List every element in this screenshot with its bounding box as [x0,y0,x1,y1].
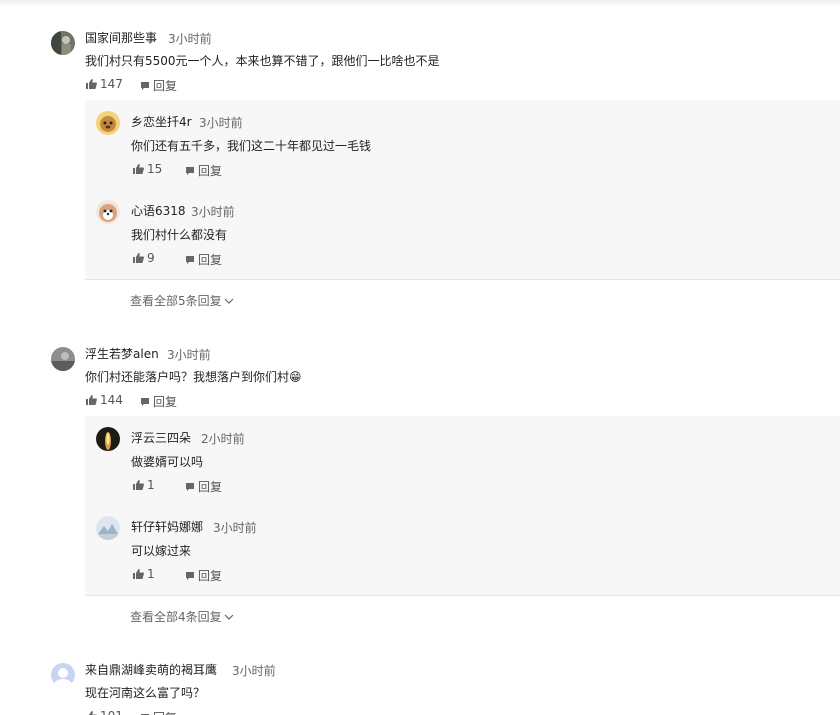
thumbs-up-icon [86,711,97,715]
view-all-replies-link[interactable]: 查看全部5条回复 [130,292,234,309]
speech-bubble-icon [140,81,150,91]
reply-button[interactable]: 回复 [140,709,177,715]
replies-panel: 乡恋坐扦4r 3小时前 你们还有五千多，我们这二十年都见过一毛钱 15 回复 心… [85,100,840,280]
grin-emoji: 😁 [289,370,302,384]
comment-text: 我们村只有5500元一个人，本来也算不错了，跟他们一比啥也不是 [85,54,440,68]
reply-username[interactable]: 心语6318 [131,202,186,219]
avatar[interactable] [51,663,75,687]
thumbs-up-icon [133,164,144,174]
comment-time: 3小时前 [232,664,276,678]
reply-label: 回复 [153,709,177,715]
reply-button[interactable]: 回复 [185,162,222,179]
like-button[interactable]: 147 [86,77,123,91]
reply-label: 回复 [153,395,178,409]
like-button[interactable]: 1 [133,567,155,581]
reply-time: 2小时前 [201,432,245,446]
reply-time: 3小时前 [213,521,257,535]
reply-text: 你们还有五千多，我们这二十年都见过一毛钱 [131,139,372,153]
avatar[interactable] [96,516,120,540]
chevron-down-icon [224,294,234,308]
reply-button[interactable]: 回复 [185,478,222,495]
replies-panel: 浮云三四朵 2小时前 做婆婿可以吗 1 回复 轩仔轩妈娜娜 3小时前 可以嫁过来… [85,416,840,596]
thumbs-up-icon [133,480,144,490]
thumbs-up-icon [133,253,144,263]
like-count: 144 [100,393,123,407]
like-count: 9 [147,251,155,265]
comment-text: 现在河南这么富了吗？ [85,686,206,700]
reply-button[interactable]: 回复 [185,567,222,584]
like-count: 15 [147,162,163,176]
comment-username[interactable]: 浮生若梦alen [85,345,159,362]
thumbs-up-icon [86,79,97,89]
chevron-down-icon [224,610,234,624]
divider [85,279,840,280]
reply-label: 回复 [198,164,223,178]
reply-time: 3小时前 [199,116,243,130]
avatar[interactable] [96,427,120,451]
comment-username[interactable]: 国家间那些事 [85,29,157,46]
thumbs-up-icon [86,395,97,405]
like-button[interactable]: 9 [133,251,155,265]
reply-button[interactable]: 回复 [140,393,177,410]
reply-username[interactable]: 轩仔轩妈娜娜 [131,518,203,535]
comment-username[interactable]: 来自鼎湖峰卖萌的褐耳鹰 [85,661,217,678]
like-count: 1 [147,567,155,581]
reply-label: 回复 [153,79,178,93]
view-all-label: 查看全部4条回复 [130,610,222,624]
like-button[interactable]: 101 [86,709,123,715]
like-button[interactable]: 144 [86,393,123,407]
speech-bubble-icon [185,255,195,265]
reply-button[interactable]: 回复 [140,77,177,94]
speech-bubble-icon [185,571,195,581]
like-count: 147 [100,77,123,91]
comment-thread: 来自鼎湖峰卖萌的褐耳鹰 3小时前 现在河南这么富了吗？ 101 回复 [0,655,840,715]
reply-button[interactable]: 回复 [185,251,222,268]
divider [85,595,840,596]
like-button[interactable]: 15 [133,162,162,176]
reply-label: 回复 [198,480,223,494]
reply-label: 回复 [198,253,223,267]
view-all-label: 查看全部5条回复 [130,294,222,308]
thumbs-up-icon [133,569,144,579]
avatar[interactable] [51,347,75,371]
reply-username[interactable]: 乡恋坐扦4r [131,113,192,130]
comment-thread: 浮生若梦alen 3小时前 你们村还能落户吗？我想落户到你们村😁 144 回复 [0,340,840,640]
reply-time: 3小时前 [191,205,235,219]
comment-time: 3小时前 [167,348,211,362]
comment-time: 3小时前 [168,32,212,46]
view-all-replies-link[interactable]: 查看全部4条回复 [130,608,234,625]
speech-bubble-icon [185,166,195,176]
speech-bubble-icon [185,482,195,492]
reply-text: 我们村什么都没有 [131,228,228,242]
like-button[interactable]: 1 [133,478,155,492]
comment-thread: 国家间那些事 3小时前 我们村只有5500元一个人，本来也算不错了，跟他们一比啥… [0,0,840,320]
reply-text: 做婆婿可以吗 [131,455,204,469]
avatar[interactable] [96,200,120,224]
like-count: 1 [147,478,155,492]
reply-text: 可以嫁过来 [131,544,192,558]
comment-text: 你们村还能落户吗？我想落户到你们村😁 [85,368,302,385]
reply-label: 回复 [198,569,223,583]
like-count: 101 [100,709,123,715]
speech-bubble-icon [140,397,150,407]
reply-username[interactable]: 浮云三四朵 [131,429,191,446]
avatar[interactable] [51,31,75,55]
comment-text-content: 你们村还能落户吗？我想落户到你们村 [85,370,290,384]
avatar[interactable] [96,111,120,135]
